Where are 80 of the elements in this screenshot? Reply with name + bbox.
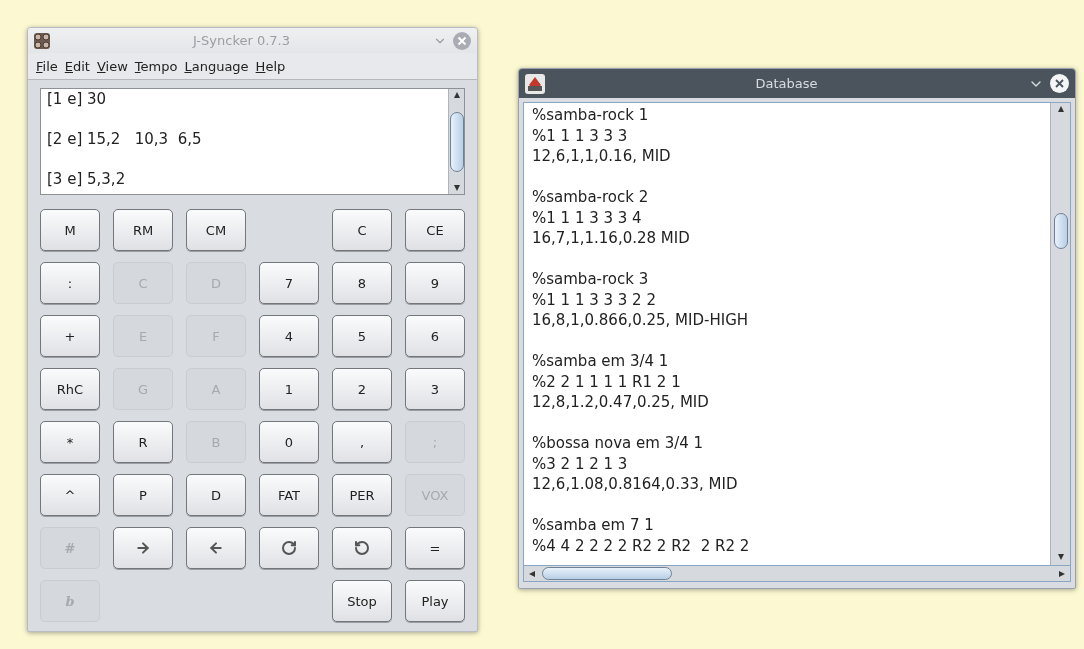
scroll-thumb[interactable] (542, 567, 672, 580)
menu-item[interactable]: Edit (64, 58, 90, 74)
scroll-thumb[interactable] (449, 111, 464, 172)
window-title: Database (754, 76, 819, 91)
calculator-key[interactable]: 1 (259, 368, 319, 410)
scroll-thumb[interactable] (1053, 213, 1068, 249)
text-line: 12,6,1.08,0.8164,0.33, MID (532, 474, 739, 495)
app-icon (34, 32, 50, 49)
redo-icon (281, 540, 297, 556)
scroll-arrow-icon[interactable] (452, 184, 461, 192)
scroll-arrow-icon[interactable] (528, 569, 536, 578)
calculator-key[interactable]: : (40, 262, 100, 304)
text-line: %2 2 1 1 1 1 R1 2 1 (532, 371, 682, 392)
text-line: %samba-rock 3 (532, 269, 650, 290)
display-area[interactable]: [1 e] 30 [2 e] 15,2 10,3 6,5 [3 e] 5,3,2 (40, 88, 465, 195)
text-line: %3 2 1 2 1 3 (532, 453, 629, 474)
text-line: %samba em 7 1 (532, 515, 655, 536)
calculator-key[interactable]: D (186, 474, 246, 516)
calculator-key[interactable]: 3 (405, 368, 465, 410)
calculator-key[interactable]: Stop (332, 580, 392, 622)
text-line: %4 4 2 2 2 2 R2 2 R2 2 R2 2 (532, 535, 751, 556)
window-title: J-Syncker 0.7.3 (191, 33, 291, 48)
calculator-key[interactable]: , (332, 421, 392, 463)
scrollbar[interactable] (523, 566, 1071, 582)
calculator-key[interactable]: RhC (40, 368, 100, 410)
scrollbar[interactable] (448, 89, 464, 194)
text-line: %1 1 1 3 3 3 2 2 (532, 289, 657, 310)
text-line: %samba-rock 1 (532, 105, 650, 126)
arrow-left-icon (208, 540, 224, 556)
menu-item[interactable]: View (96, 58, 128, 74)
display-line: [3 e] 5,3,2 (47, 169, 127, 189)
arrow-left-button[interactable] (186, 527, 246, 569)
calculator-key[interactable]: M (40, 209, 100, 251)
scroll-arrow-icon[interactable] (1056, 105, 1065, 113)
calculator-key[interactable]: 8 (332, 262, 392, 304)
scrollbar[interactable] (1050, 103, 1070, 565)
text-line: 16,8,1,0.866,0.25, MID-HIGH (532, 310, 750, 331)
calculator-key[interactable]: 2 (332, 368, 392, 410)
calculator-key[interactable]: ^ (40, 474, 100, 516)
text-line: 16,7,1,1.16,0.28 MID (532, 228, 691, 249)
close-icon[interactable] (1050, 74, 1069, 93)
menu-item[interactable]: Help (255, 58, 286, 74)
calculator-key[interactable]: CM (186, 209, 246, 251)
calculator-key[interactable]: 6 (405, 315, 465, 357)
menu-item[interactable]: Tempo (134, 58, 178, 74)
calculator-key[interactable]: FAT (259, 474, 319, 516)
calculator-key[interactable]: RM (113, 209, 173, 251)
text-line: %samba em 3/4 1 (532, 351, 670, 372)
text-editor[interactable] (524, 103, 1050, 565)
menu-item[interactable]: File (36, 58, 58, 74)
text-line: %samba-rock 2 (532, 187, 650, 208)
calculator-key[interactable]: 0 (259, 421, 319, 463)
arrow-right-button[interactable] (113, 527, 173, 569)
calculator-key[interactable]: 7 (259, 262, 319, 304)
calculator-key[interactable]: 5 (332, 315, 392, 357)
calculator-key[interactable]: P (113, 474, 173, 516)
calculator-key[interactable]: PER (332, 474, 392, 516)
text-line: 12,6,1,1,0.16, MID (532, 146, 672, 167)
calculator-key[interactable]: R (113, 421, 173, 463)
text-line: %1 1 1 3 3 3 4 (532, 207, 643, 228)
app-icon (525, 73, 545, 94)
text-line: 12,8,1.2,0.47,0.25, MID (532, 392, 710, 413)
menu-item[interactable]: Language (184, 58, 249, 74)
undo-icon (354, 540, 370, 556)
calculator-key[interactable]: * (40, 421, 100, 463)
display-line: [1 e] 30 (47, 89, 108, 109)
display-line: [2 e] 15,2 10,3 6,5 (47, 129, 203, 149)
calculator-key[interactable]: + (40, 315, 100, 357)
calculator-key[interactable]: CE (405, 209, 465, 251)
calculator-key[interactable]: 9 (405, 262, 465, 304)
calculator-key[interactable]: = (405, 527, 465, 569)
redo-button[interactable] (259, 527, 319, 569)
calculator-key[interactable]: 4 (259, 315, 319, 357)
scroll-arrow-icon[interactable] (452, 91, 461, 99)
text-line: %1 1 1 3 3 3 (532, 125, 629, 146)
text-line: %bossa nova em 3/4 1 (532, 433, 705, 454)
calculator-key[interactable]: C (332, 209, 392, 251)
arrow-right-icon (135, 540, 151, 556)
undo-button[interactable] (332, 527, 392, 569)
calculator-key[interactable]: Play (405, 580, 465, 622)
